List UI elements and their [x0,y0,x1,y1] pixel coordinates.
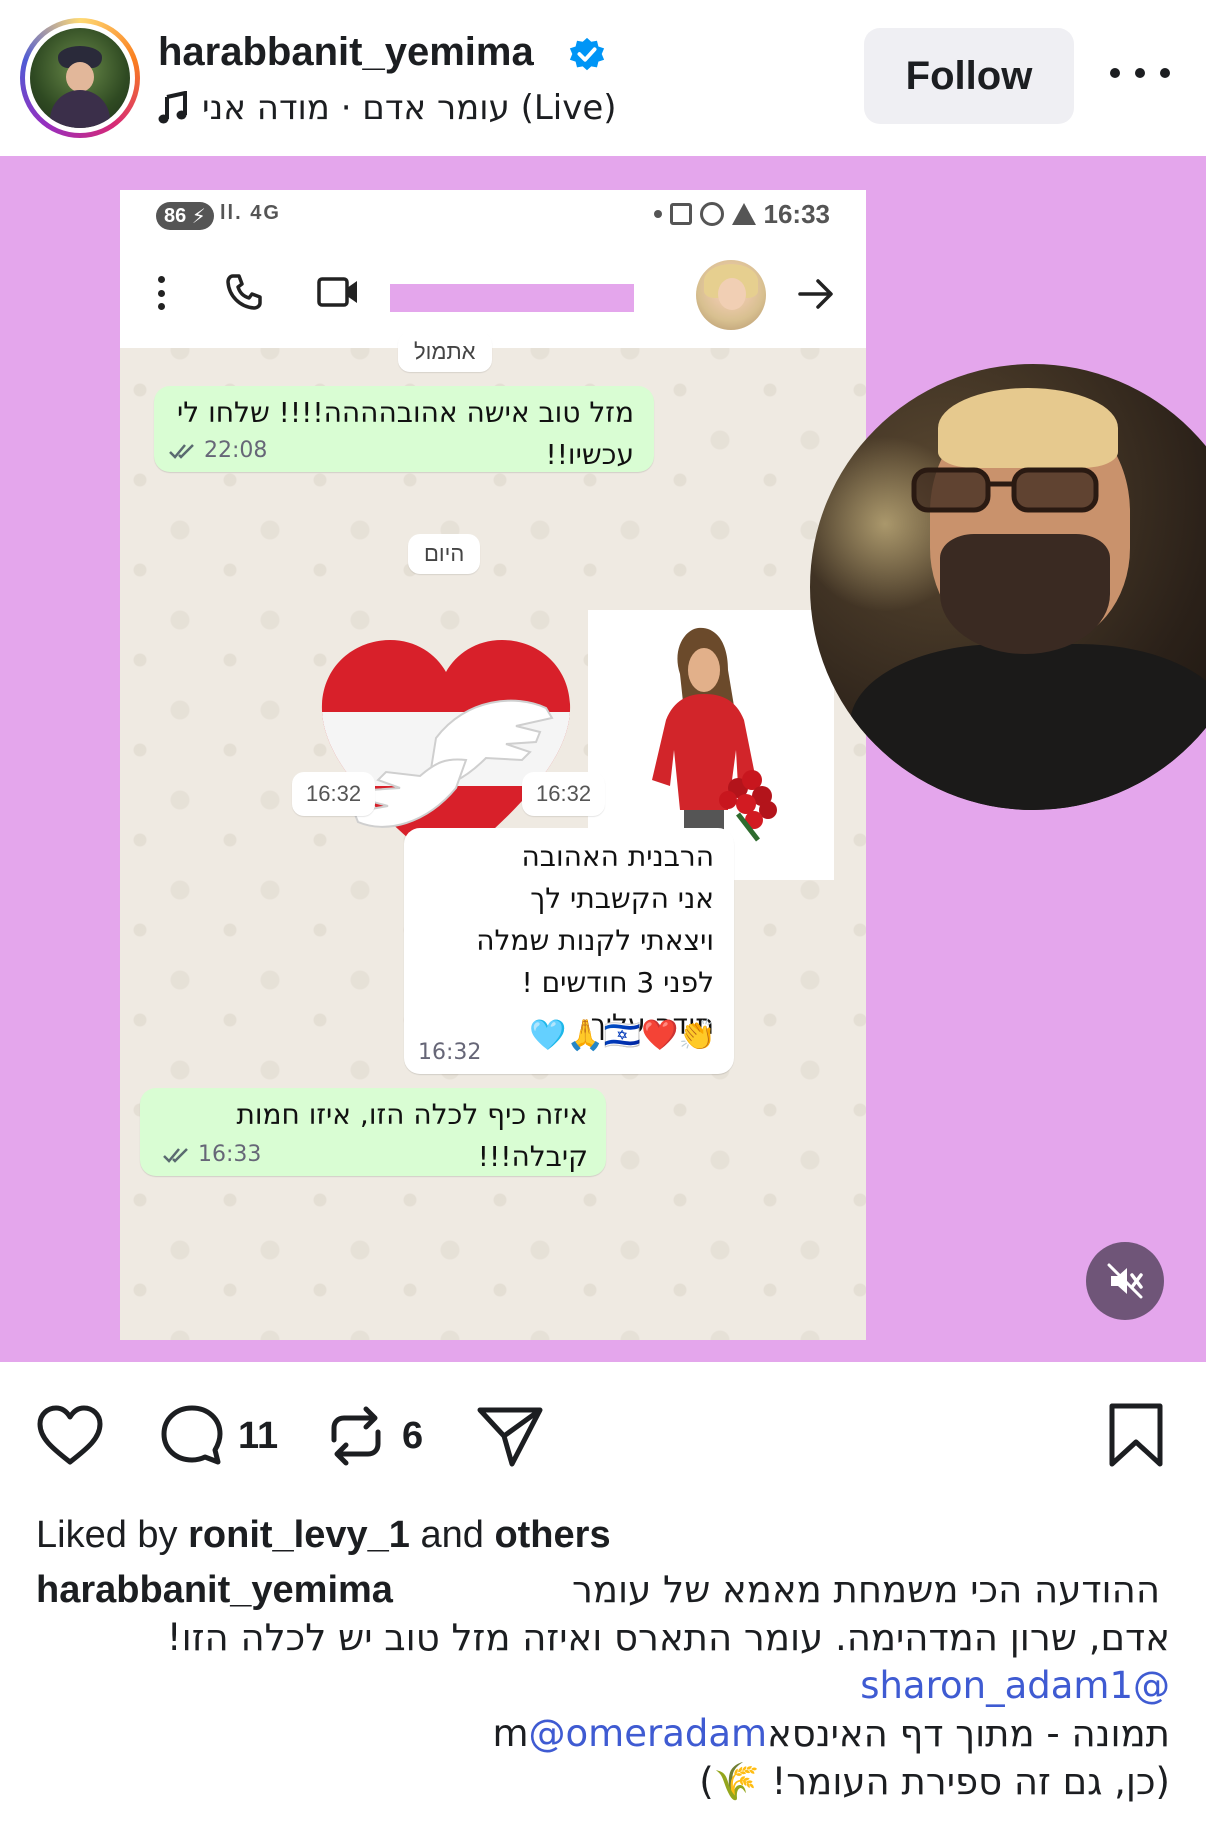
whatsapp-icon [699,202,724,226]
photo-beard [940,534,1110,654]
message-emojis: 👏❤️🇮🇱🙏🩵 [529,1018,716,1053]
forward-arrow-icon [798,279,833,309]
post-action-bar: 11 6 [0,1362,1206,1502]
contact-avatar-face [718,278,746,310]
date-divider-today: היום [408,534,481,574]
caption-mention[interactable]: @sharon_adam1 [36,1662,1170,1710]
redacted-phone-number [390,284,634,312]
music-title: עומר אדם · מודה אני (Live) [202,88,617,128]
liked-by-user[interactable]: ronit_levy_1 [188,1514,410,1556]
photo-sunglasses [911,467,1099,513]
message-bubble-outgoing: איזה כיף לכלה הזו, איזו חמות קיבלה!!! 16… [140,1088,606,1176]
liked-by-and: and [420,1514,484,1556]
status-icons: 16:33 [653,198,831,230]
send-paper-plane-icon [477,1407,543,1467]
contact-avatar [696,260,766,330]
verified-badge-icon [569,37,605,71]
avatar-face [66,62,94,92]
avatar-frame [25,23,135,133]
signal-indicator: ll. 4G [220,202,281,224]
comments-count: 11 [238,1414,279,1457]
post-caption: harabbanit_yemima ההודעה הכי משמחת מאמא … [36,1566,1170,1806]
notification-icon [669,203,692,225]
message-text: מזל טוב אישה אהובהההה!!!! שלחו לי עכשיו!… [177,396,634,471]
message-time: 22:08 [168,438,267,463]
message-time-text: 22:08 [204,438,268,463]
post-header: harabbanit_yemima עומר אדם · מודה אני (L… [0,0,1206,156]
photo-jacket [850,644,1206,810]
like-button[interactable] [34,1400,106,1472]
music-note-icon [158,91,187,124]
avatar-body [50,90,110,128]
repost-icon [331,1406,381,1466]
photo-hair [938,388,1118,468]
bookmark-icon [1109,1403,1163,1467]
mute-toggle[interactable] [1086,1242,1164,1320]
message-lines: הרבנית האהובה אני הקשבתי לך ויצאתי לקנות… [414,836,714,1046]
message-time-text: 16:32 [418,1040,482,1065]
message-line: הרבנית האהובה [521,840,714,873]
whatsapp-screenshot: 86 ⚡ ll. 4G 16:33 אתמול מזל טוב אישה אהו… [120,190,866,1340]
message-line: ויצאתי לקנות שמלה [476,924,714,957]
caption-line: תמונה - מתוך דף האינסאm@omeradam [36,1710,1171,1758]
liked-by-prefix: Liked by [36,1514,178,1556]
header-username[interactable]: harabbanit_yemima [158,30,534,75]
inset-portrait-photo [810,364,1206,810]
sticker-time: 16:32 [292,772,376,816]
message-bubble-incoming: הרבנית האהובה אני הקשבתי לך ויצאתי לקנות… [404,828,734,1074]
phone-status-bar: 86 ⚡ ll. 4G 16:33 [120,190,866,238]
liked-by-others[interactable]: others [494,1514,610,1556]
message-line: אני הקשבתי לך [530,882,714,915]
date-divider-yesterday: אתמול [398,332,492,372]
sticker-time: 16:32 [522,772,606,816]
reposts-count: 6 [402,1414,424,1457]
heart-icon [37,1405,103,1465]
read-ticks-icon [163,1147,188,1163]
message-line: לפני 3 חודשים ! [521,966,714,999]
chat-header [120,238,866,348]
read-ticks-icon [169,443,194,459]
repost-button[interactable]: 6 [320,1400,423,1472]
battery-indicator: 86 ⚡ [156,202,214,230]
chat-menu-icon [158,276,166,310]
message-time-text: 16:33 [198,1142,262,1167]
phone-call-icon [226,274,262,310]
phone-clock: 16:33 [763,198,831,229]
message-bubble-outgoing: מזל טוב אישה אהובהההה!!!! שלחו לי עכשיו!… [154,386,654,472]
caption-mention[interactable]: @omeradam [529,1712,768,1755]
caption-username[interactable]: harabbanit_yemima [36,1566,393,1614]
share-button[interactable] [474,1400,546,1472]
video-call-icon [317,277,357,307]
warning-icon [731,203,756,225]
story-avatar[interactable] [20,18,140,138]
caption-line: אדם, שרון המדהימה. עומר התארס ואיזה מזל … [166,1616,1170,1659]
music-attribution[interactable]: עומר אדם · מודה אני (Live) [158,86,617,130]
liked-by-line: Liked by ronit_levy_1 and others [36,1514,611,1557]
post-media[interactable]: 86 ⚡ ll. 4G 16:33 אתמול מזל טוב אישה אהו… [0,156,1206,1362]
comment-bubble-icon [161,1405,223,1465]
avatar-image [30,28,130,128]
notification-dot [653,210,662,218]
speaker-muted-icon [1107,1263,1143,1299]
save-button[interactable] [1100,1400,1172,1472]
more-options-icon[interactable] [1110,58,1170,88]
follow-button[interactable]: Follow [864,28,1074,124]
caption-line: (כן, גם זה ספירת העומר! 🌾) [699,1760,1170,1803]
message-time: 16:33 [162,1142,261,1167]
comment-button[interactable]: 11 [156,1400,278,1472]
